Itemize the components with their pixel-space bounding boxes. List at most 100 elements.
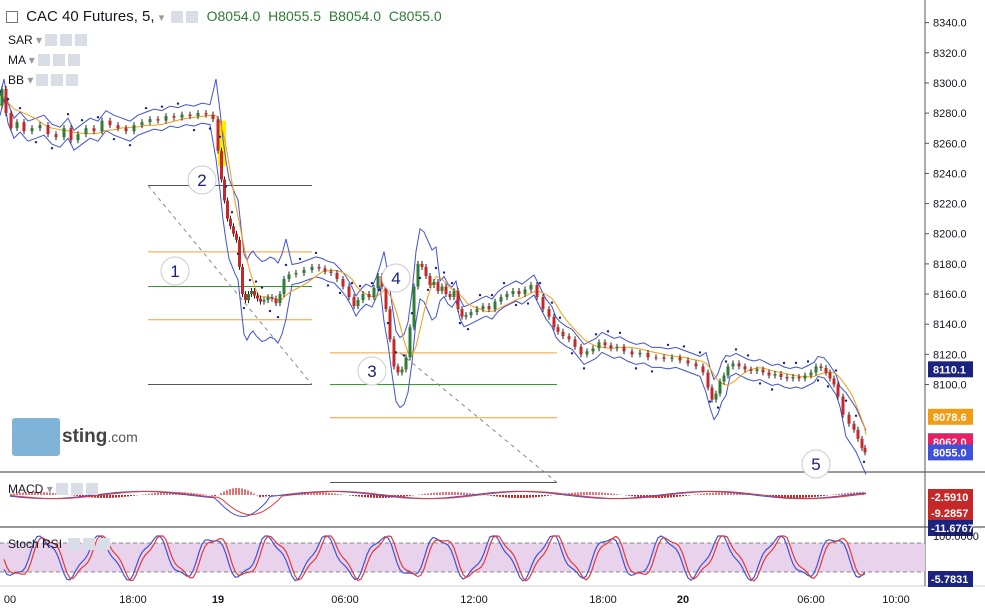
macd-label: MACD	[8, 482, 44, 496]
sar-dot	[716, 406, 720, 409]
candle-body	[140, 122, 144, 126]
settings-icon[interactable]	[70, 483, 83, 495]
candle-body	[860, 438, 864, 448]
close-icon[interactable]	[85, 483, 98, 495]
candle-body	[622, 346, 626, 352]
macd-badge-label: -9.2857	[931, 508, 968, 520]
candle-body	[743, 366, 747, 370]
sar-dot	[502, 281, 506, 285]
sar-dot	[478, 293, 482, 297]
candle-body	[436, 281, 440, 292]
macd-histogram-bar	[145, 494, 147, 495]
candle-body	[686, 360, 690, 364]
candle-body	[323, 268, 327, 272]
candle-body	[108, 120, 112, 126]
close-icon[interactable]	[67, 54, 80, 66]
collapse-icon[interactable]	[6, 11, 18, 23]
sar-dot	[538, 281, 542, 285]
sar-dot	[370, 281, 374, 285]
settings-icon[interactable]	[83, 538, 96, 550]
sar-dot	[682, 345, 686, 348]
macd-histogram-bar	[610, 493, 612, 495]
macd-histogram-bar	[367, 495, 369, 498]
stoch-legend[interactable]: Stoch RSI	[8, 537, 111, 551]
eye-icon[interactable]	[68, 538, 81, 550]
macd-histogram-bar	[721, 492, 723, 495]
candle-body	[376, 275, 380, 289]
macd-histogram-bar	[409, 495, 411, 496]
settings-icon[interactable]	[186, 11, 199, 23]
candle-body	[452, 291, 456, 298]
sar-dot	[192, 128, 196, 132]
macd-histogram-bar	[823, 495, 825, 496]
sar-dot	[834, 369, 838, 372]
sar-dot	[582, 367, 586, 370]
settings-icon[interactable]	[51, 74, 64, 86]
close-icon[interactable]	[66, 74, 79, 86]
candle-body	[361, 294, 365, 301]
macd-histogram-bar	[223, 491, 225, 495]
close-icon[interactable]	[75, 34, 88, 46]
macd-histogram-bar	[637, 495, 639, 497]
sar-dot	[378, 288, 382, 292]
eye-icon[interactable]	[55, 483, 68, 495]
macd-histogram-bar	[811, 495, 813, 498]
candle-body	[579, 346, 583, 355]
wave-label: 5	[811, 455, 820, 474]
sar-dot	[66, 112, 70, 116]
eye-icon[interactable]	[37, 54, 50, 66]
candle-body	[785, 376, 789, 379]
macd-histogram-bar	[241, 488, 243, 495]
macd-histogram-bar	[436, 492, 438, 495]
indicator-bb[interactable]: BB ▾	[8, 73, 79, 87]
indicator-ma[interactable]: MA ▾	[8, 53, 80, 67]
eye-icon[interactable]	[171, 11, 184, 23]
candle-body	[646, 352, 650, 358]
indicator-sar-label: SAR	[8, 33, 33, 47]
sar-dot	[826, 385, 830, 388]
macd-histogram-bar	[712, 492, 714, 495]
macd-histogram-bar	[247, 490, 249, 495]
candle-body	[824, 367, 828, 373]
eye-icon[interactable]	[45, 34, 58, 46]
macd-histogram-bar	[130, 495, 132, 497]
macd-histogram-bar	[796, 495, 798, 498]
sar-dot	[284, 263, 288, 267]
macd-histogram-bar	[124, 495, 126, 497]
macd-histogram-bar	[706, 493, 708, 495]
macd-histogram-bar	[268, 495, 270, 497]
macd-histogram-bar	[820, 495, 822, 497]
macd-histogram-bar	[532, 495, 534, 498]
candle-body	[356, 300, 360, 307]
macd-histogram-bar	[319, 492, 321, 495]
sar-dot	[862, 460, 866, 464]
candle-body	[797, 376, 801, 379]
grid	[0, 0, 985, 610]
sar-dot	[350, 281, 354, 285]
macd-histogram-bar	[373, 495, 375, 498]
macd-legend[interactable]: MACD ▾	[8, 482, 98, 496]
close-icon[interactable]	[98, 538, 111, 550]
macd-histogram-bar	[442, 492, 444, 495]
y-tick-label: 8160.0	[933, 289, 967, 301]
macd-histogram-bar	[616, 494, 618, 495]
sar-dot	[208, 127, 212, 130]
settings-icon[interactable]	[60, 34, 73, 46]
indicator-sar[interactable]: SAR ▾	[8, 33, 88, 47]
sar-dot	[434, 266, 438, 270]
x-tick-label: 12:00	[460, 594, 488, 606]
macd-histogram-bar	[229, 489, 231, 495]
macd-histogram-bar	[220, 493, 222, 495]
macd-histogram-bar	[202, 494, 204, 495]
sar-dot	[218, 135, 222, 138]
candle-body	[678, 357, 682, 361]
eye-icon[interactable]	[36, 74, 49, 86]
dropdown-caret-icon[interactable]: ▾	[159, 12, 165, 24]
symbol-title[interactable]: CAC 40 Futures, 5,	[26, 8, 154, 25]
settings-icon[interactable]	[52, 54, 65, 66]
candle-body	[400, 369, 404, 373]
sar-dot	[96, 115, 100, 119]
macd-histogram-bar	[427, 493, 429, 495]
candle-body	[412, 286, 416, 328]
low-value: B8054.0	[328, 8, 381, 24]
